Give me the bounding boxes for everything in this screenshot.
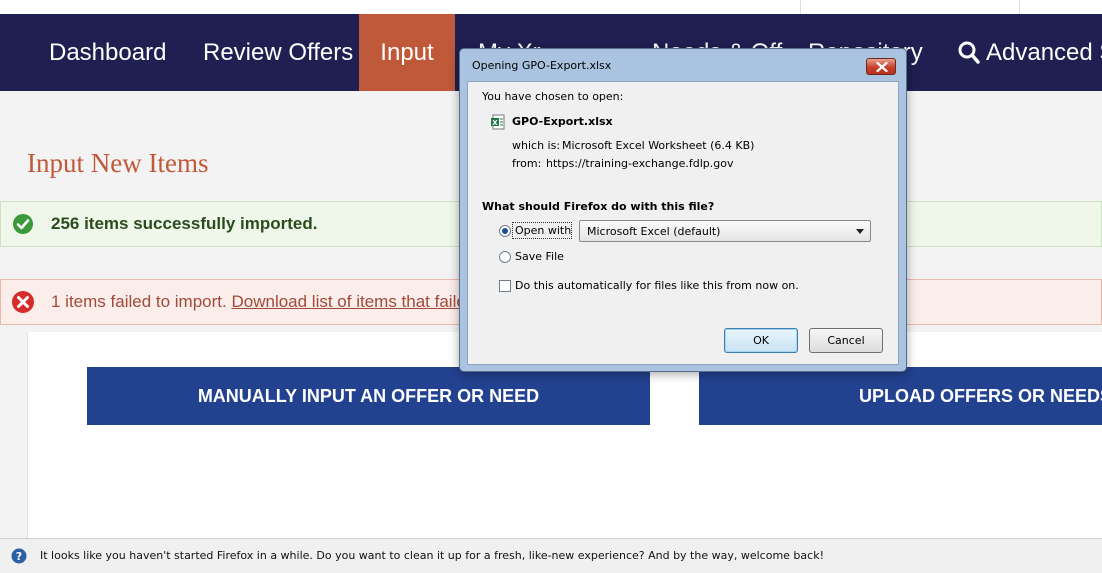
svg-text:?: ? — [16, 550, 22, 563]
nav-dashboard[interactable]: Dashboard — [49, 14, 166, 91]
save-file-radio[interactable] — [499, 251, 511, 263]
upload-offers-button[interactable]: UPLOAD OFFERS OR NEEDS — [699, 367, 1102, 425]
chosen-label: You have chosen to open: — [482, 90, 624, 103]
page-title: Input New Items — [27, 148, 209, 178]
top-strip — [0, 0, 1102, 14]
application-select-value: Microsoft Excel (default) — [587, 225, 721, 238]
from-label: from: — [512, 157, 542, 170]
auto-checkbox[interactable] — [499, 280, 511, 292]
strip-divider — [1019, 0, 1020, 14]
notification-message: It looks like you haven't started Firefo… — [40, 549, 824, 562]
svg-text:X: X — [492, 119, 498, 127]
dialog-title: Opening GPO-Export.xlsx — [472, 59, 612, 72]
strip-divider — [800, 0, 801, 14]
nav-advanced-search[interactable]: Advanced Se — [958, 14, 1102, 91]
ok-button[interactable]: OK — [724, 328, 798, 353]
auto-label[interactable]: Do this automatically for files like thi… — [515, 279, 799, 292]
which-is-label: which is: — [512, 139, 561, 152]
advanced-search-label: Advanced Se — [986, 39, 1102, 66]
download-dialog: Opening GPO-Export.xlsx You have chosen … — [459, 48, 907, 372]
error-x-icon — [12, 291, 34, 313]
open-with-radio[interactable] — [499, 225, 511, 237]
open-with-label[interactable]: Open with — [515, 224, 571, 237]
question-icon: ? — [11, 548, 27, 564]
application-select[interactable]: Microsoft Excel (default) — [579, 220, 871, 242]
from-value: https://training-exchange.fdlp.gov — [546, 157, 734, 170]
error-message-wrap: 1 items failed to import. Download list … — [51, 292, 475, 312]
close-icon — [876, 62, 888, 72]
dialog-close-button[interactable] — [866, 58, 896, 75]
manual-input-button[interactable]: MANUALLY INPUT AN OFFER OR NEED — [87, 367, 650, 425]
file-name: GPO-Export.xlsx — [512, 115, 613, 128]
which-is-value: Microsoft Excel Worksheet (6.4 KB) — [562, 139, 755, 152]
success-message: 256 items successfully imported. — [51, 214, 318, 233]
action-question: What should Firefox do with this file? — [482, 200, 715, 213]
chevron-down-icon — [856, 229, 864, 234]
nav-input[interactable]: Input — [359, 14, 455, 91]
firefox-notification-bar: ? It looks like you haven't started Fire… — [0, 538, 1102, 573]
search-icon — [958, 41, 980, 64]
download-failed-link[interactable]: Download list of items that failed — [231, 292, 475, 311]
error-message: 1 items failed to import. — [51, 292, 227, 311]
check-circle-icon — [13, 214, 33, 234]
cancel-button[interactable]: Cancel — [809, 328, 883, 353]
nav-review-offers[interactable]: Review Offers — [203, 14, 353, 91]
excel-file-icon: X — [491, 114, 505, 130]
save-file-label[interactable]: Save File — [515, 250, 564, 263]
dialog-body: You have chosen to open: X GPO-Export.xl… — [467, 81, 899, 365]
